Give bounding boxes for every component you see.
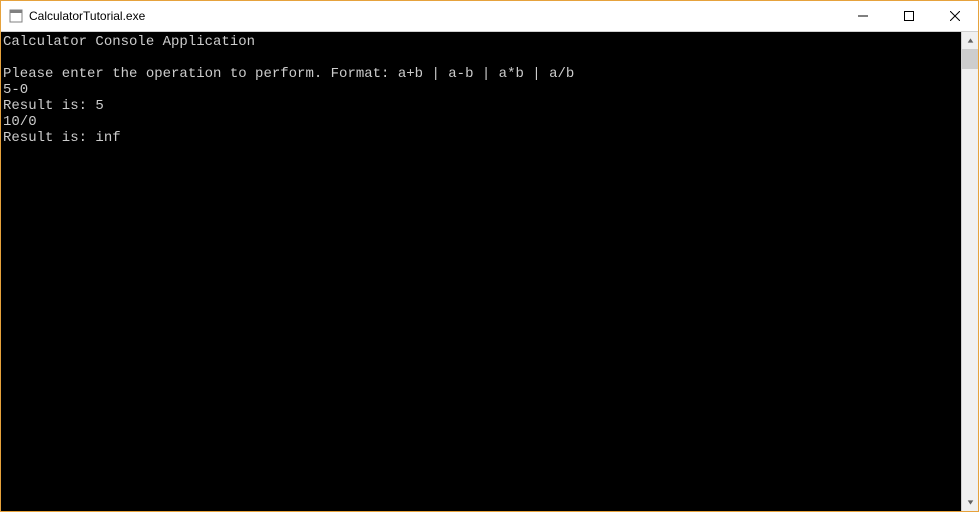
console-area: Calculator Console Application Please en… (1, 31, 978, 511)
chevron-up-icon (967, 37, 974, 44)
scrollbar-track[interactable] (962, 49, 978, 494)
maximize-icon (904, 11, 914, 21)
scroll-down-button[interactable] (962, 494, 978, 511)
application-window: CalculatorTutorial.exe Calculator C (0, 0, 979, 512)
titlebar[interactable]: CalculatorTutorial.exe (1, 1, 978, 31)
close-button[interactable] (932, 1, 978, 31)
vertical-scrollbar[interactable] (961, 32, 978, 511)
scrollbar-thumb[interactable] (962, 49, 978, 69)
chevron-down-icon (967, 499, 974, 506)
console-output[interactable]: Calculator Console Application Please en… (1, 32, 961, 511)
minimize-icon (858, 11, 868, 21)
maximize-button[interactable] (886, 1, 932, 31)
close-icon (950, 11, 960, 21)
minimize-button[interactable] (840, 1, 886, 31)
window-controls (840, 1, 978, 31)
app-icon (9, 9, 23, 23)
scroll-up-button[interactable] (962, 32, 978, 49)
window-title: CalculatorTutorial.exe (29, 9, 145, 23)
